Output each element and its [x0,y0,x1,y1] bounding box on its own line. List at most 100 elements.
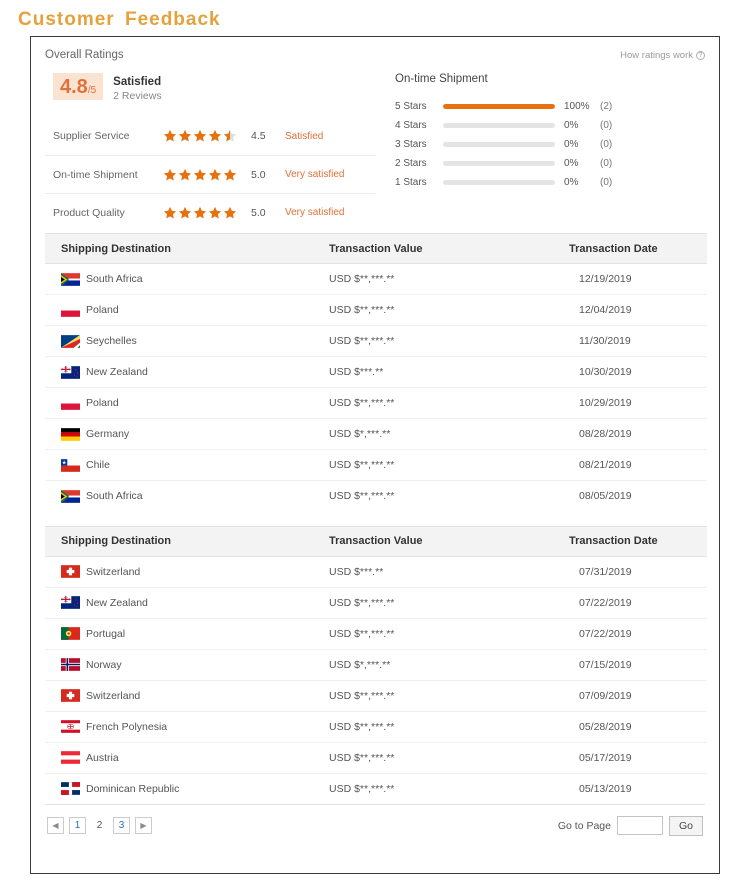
rating-row-score: 5.0 [251,168,266,181]
star-icon [223,168,237,180]
table-row: Dominican Republic USD $**,***.** 05/13/20… [45,773,707,804]
cell-transaction-date: 11/30/2019 [563,325,707,357]
column-transaction-date: Transaction Date [563,525,707,557]
overall-score-row: 4.8/5 Satisfied 2 Reviews [45,73,375,103]
goto-page-input[interactable] [616,816,663,835]
flag-ch-icon [61,689,80,702]
histogram-row: 2 Stars 0% (0) [395,154,695,173]
table-row: Poland USD $**,***.** 12/04/2019 [45,294,707,326]
table-header-row: Shipping Destination Transaction Value T… [45,525,707,557]
destination: Norway [61,658,313,671]
page-button-3[interactable]: 3 [113,817,130,834]
histogram-row: 4 Stars 0% (0) [395,116,695,135]
country-name: Austria [86,751,119,764]
rating-row-label: On-time Shipment [53,168,138,181]
cell-shipping-destination: French Polynesia [45,711,313,743]
destination: Chile [61,458,313,472]
next-page-button[interactable]: ▶ [135,817,152,834]
cell-transaction-date: 08/21/2019 [563,449,707,481]
table-row: Germany USD $*,***.** 08/28/2019 [45,418,707,450]
country-name: Poland [86,397,119,409]
table-row: Poland USD $**,***.** 10/29/2019 [45,387,707,419]
cell-transaction-date: 07/09/2019 [563,680,707,712]
cell-transaction-value: USD $**,***.** [313,325,563,357]
table-row: New Zealand USD $***.** 10/30/2019 [45,356,707,388]
cell-transaction-value: USD $*,***.** [313,418,563,450]
histogram-track [443,161,555,166]
score-meta: Satisfied 2 Reviews [113,73,161,103]
destination: Poland [61,396,313,410]
cell-transaction-date: 12/04/2019 [563,294,707,326]
cell-transaction-value: USD $**,***.** [313,711,563,743]
country-name: New Zealand [86,596,148,609]
cell-shipping-destination: Poland [45,294,313,326]
how-ratings-work-link[interactable]: How ratings work ? [620,50,705,61]
prev-page-button[interactable]: ◀ [47,817,64,834]
histogram-track [443,104,555,109]
table-row: Chile USD $**,***.** 08/21/2019 [45,449,707,481]
cell-transaction-value: USD $**,***.** [329,490,395,503]
cell-transaction-date: 07/31/2019 [563,556,707,588]
flag-pl-icon [61,303,80,317]
country-name: Germany [86,428,130,440]
cell-shipping-destination: Austria [45,742,313,774]
country-name: Switzerland [86,565,141,578]
star-rating [163,129,251,143]
destination: Germany [61,427,313,441]
cell-transaction-value: USD $**,***.** [313,387,563,419]
cell-transaction-date: 05/28/2019 [563,711,707,743]
country-name: Seychelles [86,335,137,347]
destination: Seychelles [61,334,313,348]
destination: Austria [61,751,313,764]
page-button-2: 2 [91,817,108,834]
star-icon [193,206,207,218]
star-icon [163,206,177,218]
rating-row: Product Quality 5.0 Very satisfied [45,193,375,231]
flag-za-icon [61,272,80,286]
table-row: Seychelles USD $**,***.** 11/30/2019 [45,325,707,357]
cell-transaction-date: 05/17/2019 [563,742,707,774]
histogram-track [443,142,555,147]
histogram-percent: 0% [564,177,579,188]
star-icon [163,129,177,142]
cell-transaction-date: 05/13/2019 [579,782,632,795]
table-row: South Africa USD $**,***.** 08/05/2019 [45,481,707,512]
cell-shipping-destination: Dominican Republic [45,773,313,804]
country-name: South Africa [86,490,143,503]
rating-row-score: 4.5 [251,130,266,142]
histogram-percent: 0% [564,139,579,150]
country-name: South Africa [86,273,143,285]
destination: Dominican Republic [61,782,313,796]
histogram-track [443,180,555,185]
rating-row-label: Product Quality [53,206,125,219]
page-button-1[interactable]: 1 [69,817,86,834]
rating-row-word: Very satisfied [285,207,345,218]
cell-transaction-date: 10/29/2019 [563,387,707,419]
goto-page-label: Go to Page [557,819,611,832]
overall-ratings-label: Overall Ratings [45,49,124,61]
histogram-percent: 0% [564,158,579,169]
pagination-bar: ◀ 1 2 3 ▶ Go to Page Go [45,804,705,846]
cell-transaction-value: USD $**,***.** [313,294,563,326]
go-button[interactable]: Go [668,815,703,836]
cell-transaction-value: USD $**,***.** [313,618,563,650]
star-icon [208,206,222,218]
country-name: Portugal [86,627,126,640]
cell-shipping-destination: Chile [45,449,313,481]
table-row: French Polynesia USD $**,***.** 05/28/2019 [45,711,707,743]
table-row: Switzerland USD $***.** 07/31/2019 [45,556,707,588]
country-name: Norway [86,658,122,671]
flag-de-icon [61,427,80,441]
star-icon [193,129,207,142]
ratings-panel: Overall Ratings How ratings work ? 4.8/5… [31,37,719,233]
histogram-star-label: 2 Stars [395,158,427,169]
destination: Portugal [61,627,313,640]
cell-transaction-date: 10/30/2019 [563,356,707,388]
destination: Switzerland [61,565,313,578]
histogram-title: On-time Shipment [395,73,488,85]
cell-shipping-destination: Norway [45,649,313,681]
histogram-row: 1 Stars 0% (0) [395,173,695,192]
table-row: South Africa USD $**,***.** 12/19/2019 [45,263,707,295]
column-transaction-date: Transaction Date [563,233,707,264]
cell-transaction-value: USD $**,***.** [313,680,563,712]
